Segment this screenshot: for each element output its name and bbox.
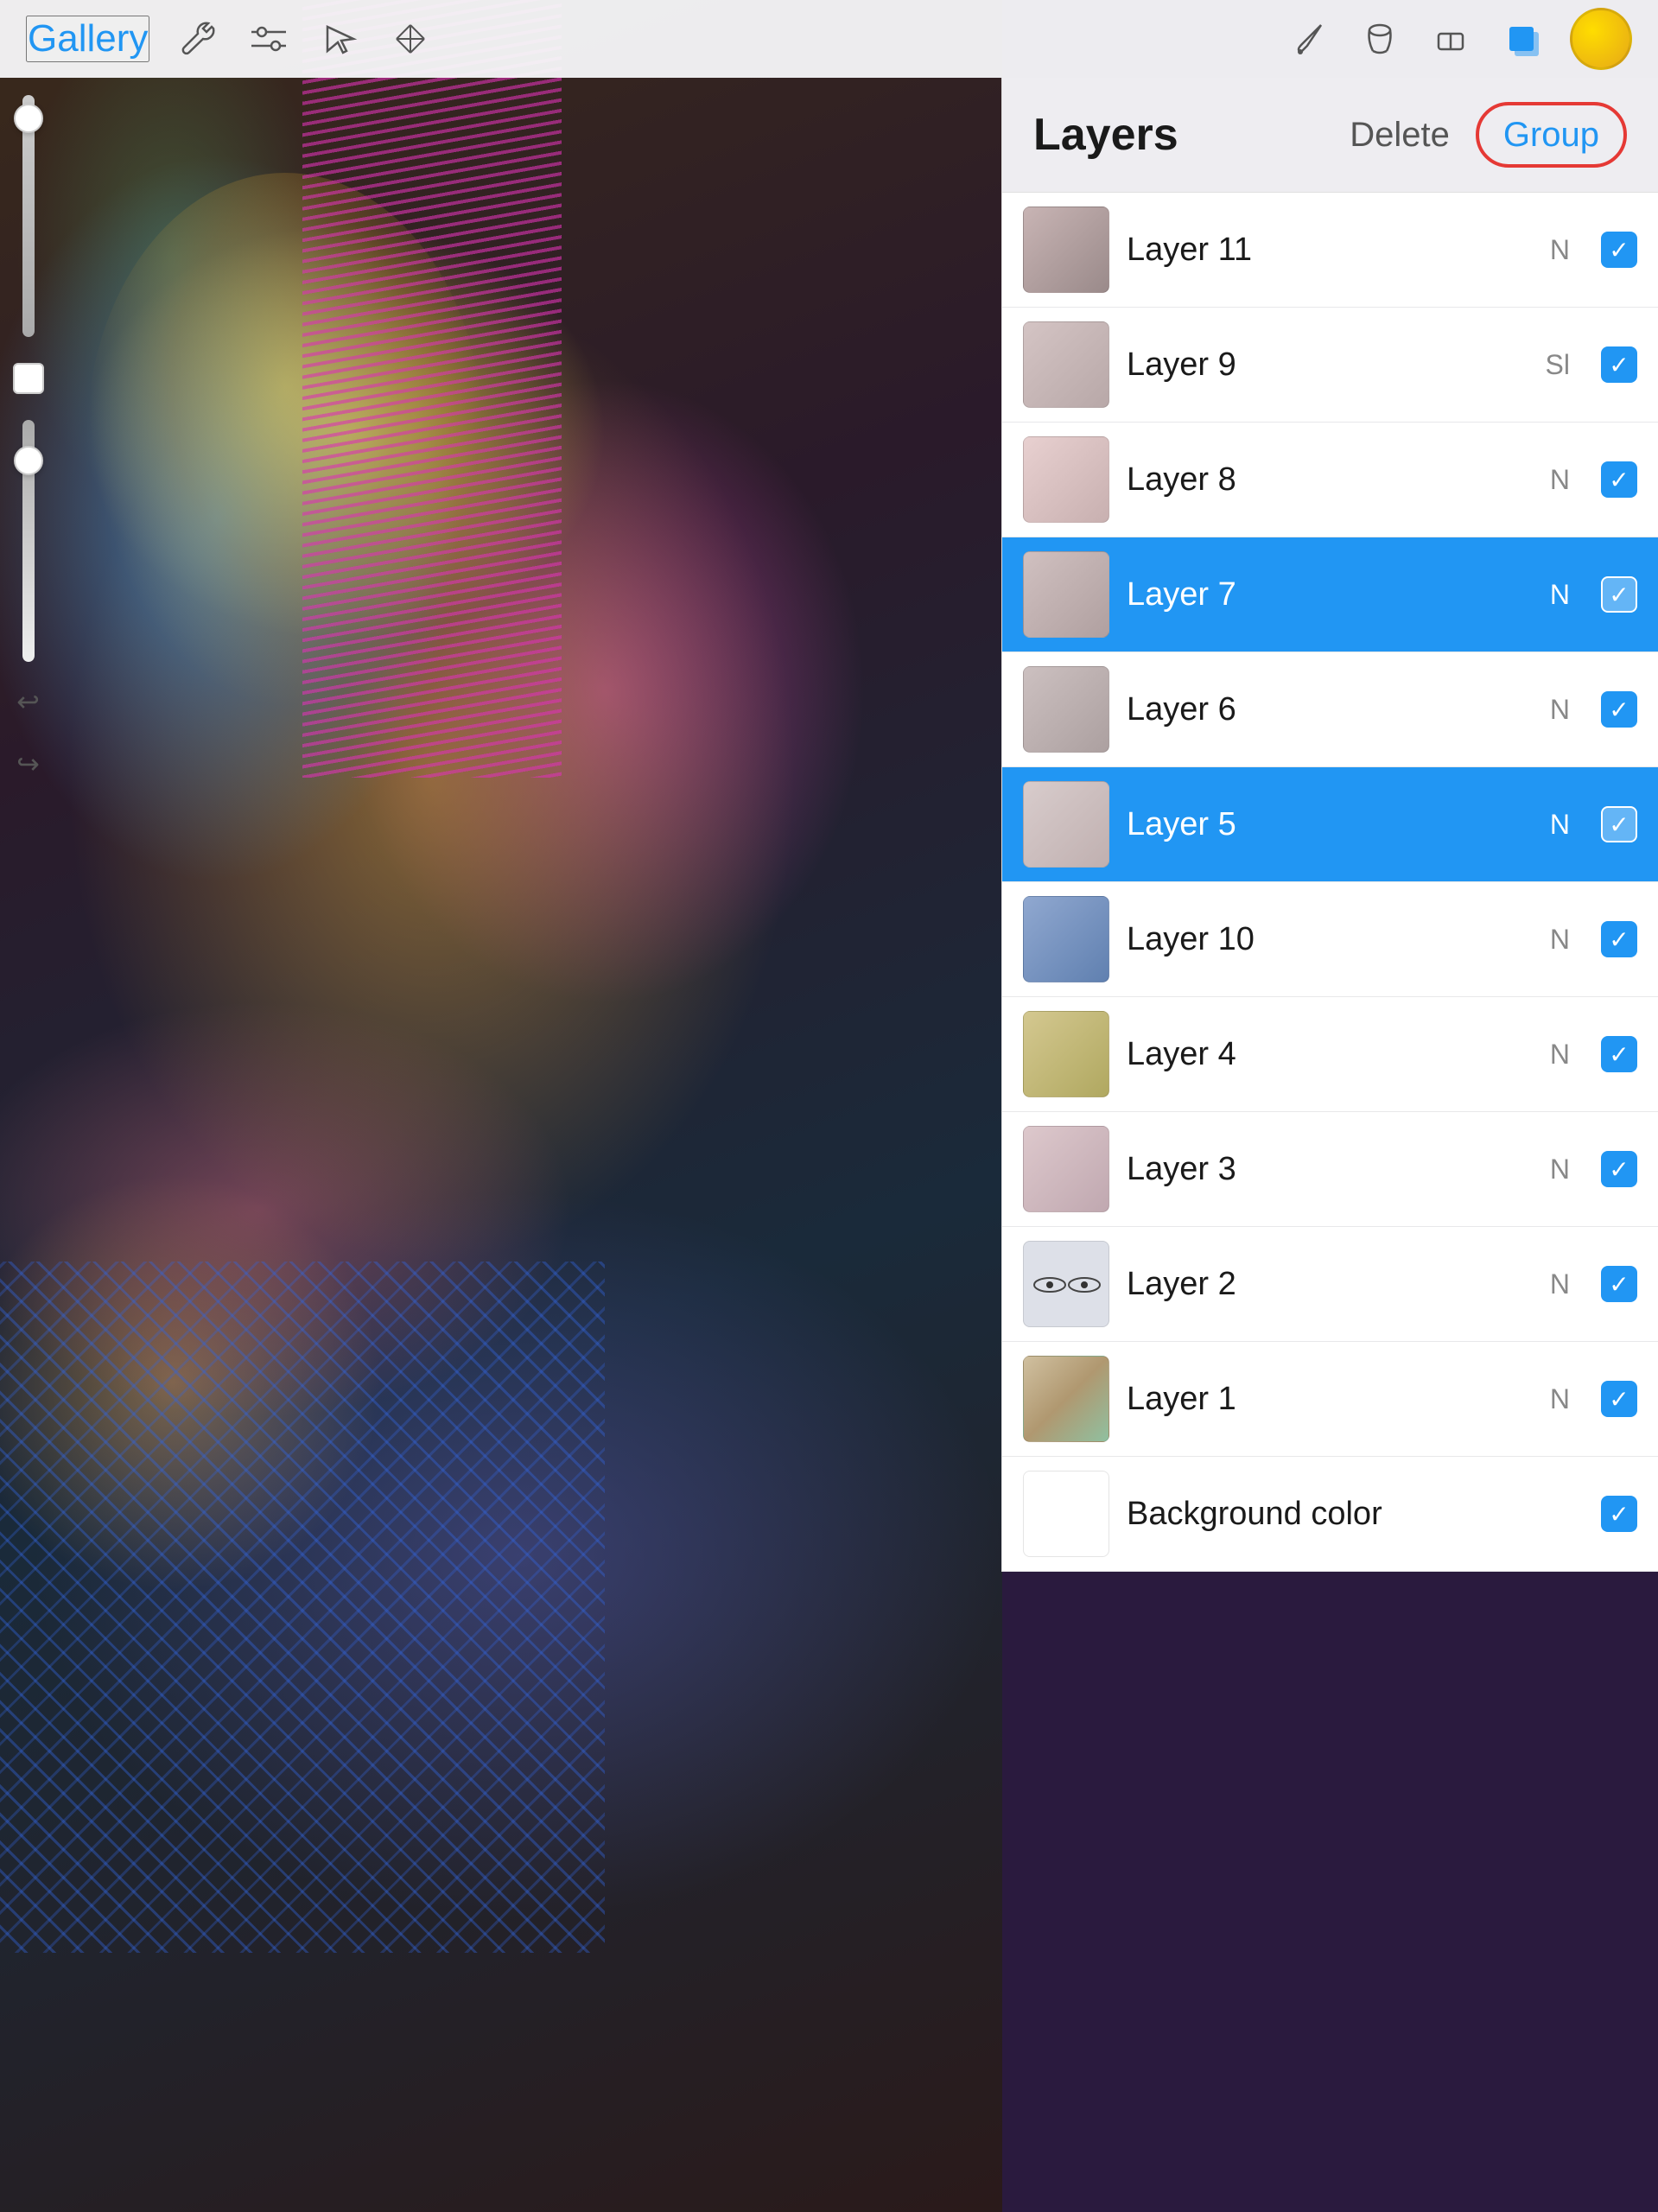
layer-name-1: Layer 1: [1127, 1381, 1509, 1418]
layer-visibility-2[interactable]: [1601, 1266, 1637, 1302]
layer-row-7[interactable]: Layer 7 N: [1002, 537, 1658, 652]
layer-row-3[interactable]: Layer 3 N: [1002, 1112, 1658, 1227]
layer-thumbnail-8: [1023, 436, 1109, 523]
size-slider-thumb[interactable]: [14, 104, 43, 133]
layer-mode-5: N: [1527, 809, 1570, 841]
brush-tool[interactable]: [1286, 16, 1331, 61]
redo-button[interactable]: ↪: [6, 741, 51, 786]
layers-list: Layer 11NLayer 9SlLayer 8NLayer 7NLayer …: [1002, 193, 1658, 1572]
eraser-tool[interactable]: [1428, 16, 1473, 61]
layer-row-9[interactable]: Layer 9 Sl: [1002, 308, 1658, 423]
toolbar-right: [1286, 8, 1632, 70]
left-sidebar: ↩ ↪: [0, 78, 56, 2212]
layer-thumbnail-7: [1023, 551, 1109, 638]
layer-row-1[interactable]: Layer 1 N: [1002, 1342, 1658, 1457]
layer-mode-7: N: [1527, 579, 1570, 611]
layer-thumbnail-5: [1023, 781, 1109, 868]
layer-visibility-7[interactable]: [1601, 576, 1637, 613]
size-slider-track[interactable]: [22, 95, 35, 337]
layer-name-6: Layer 6: [1127, 691, 1509, 728]
layer-mode-4: N: [1527, 1039, 1570, 1071]
layer-name-0: Background color: [1127, 1496, 1509, 1533]
layer-name-11: Layer 11: [1127, 232, 1509, 269]
layer-name-3: Layer 3: [1127, 1151, 1509, 1188]
layers-title: Layers: [1033, 109, 1178, 161]
opacity-slider-thumb[interactable]: [14, 446, 43, 475]
layers-tool[interactable]: [1499, 16, 1544, 61]
selection-tool[interactable]: [317, 16, 362, 61]
layer-thumbnail-3: [1023, 1126, 1109, 1212]
layer-thumbnail-11: [1023, 207, 1109, 293]
layer-visibility-10[interactable]: [1601, 921, 1637, 957]
layer-name-4: Layer 4: [1127, 1036, 1509, 1073]
layers-header: Layers Delete Group: [1002, 78, 1658, 193]
layer-mode-6: N: [1527, 694, 1570, 726]
layer-row-2[interactable]: Layer 2 N: [1002, 1227, 1658, 1342]
layer-thumbnail-4: [1023, 1011, 1109, 1097]
smudge-tool[interactable]: [1357, 16, 1402, 61]
color-swatch[interactable]: [13, 363, 44, 394]
color-picker[interactable]: [1570, 8, 1632, 70]
layer-visibility-11[interactable]: [1601, 232, 1637, 268]
layer-row-11[interactable]: Layer 11 N: [1002, 193, 1658, 308]
layer-name-9: Layer 9: [1127, 346, 1509, 384]
undo-button[interactable]: ↩: [6, 679, 51, 724]
layer-row-5[interactable]: Layer 5 N: [1002, 767, 1658, 882]
layer-name-10: Layer 10: [1127, 921, 1509, 958]
layers-actions: Delete Group: [1350, 102, 1627, 168]
layer-row-4[interactable]: Layer 4 N: [1002, 997, 1658, 1112]
layer-name-7: Layer 7: [1127, 576, 1509, 613]
layer-visibility-4[interactable]: [1601, 1036, 1637, 1072]
layer-mode-9: Sl: [1527, 349, 1570, 381]
layer-name-2: Layer 2: [1127, 1266, 1509, 1303]
layer-visibility-5[interactable]: [1601, 806, 1637, 842]
adjustments-tool[interactable]: [246, 16, 291, 61]
layer-row-8[interactable]: Layer 8 N: [1002, 423, 1658, 537]
layer-mode-11: N: [1527, 234, 1570, 266]
layer-visibility-9[interactable]: [1601, 346, 1637, 383]
layer-visibility-6[interactable]: [1601, 691, 1637, 728]
transform-tool[interactable]: [388, 16, 433, 61]
layer-mode-3: N: [1527, 1154, 1570, 1185]
layer-row-0[interactable]: Background color: [1002, 1457, 1658, 1572]
layer-mode-1: N: [1527, 1383, 1570, 1415]
layer-visibility-8[interactable]: [1601, 461, 1637, 498]
layer-name-8: Layer 8: [1127, 461, 1509, 499]
layer-thumbnail-6: [1023, 666, 1109, 753]
layer-mode-2: N: [1527, 1268, 1570, 1300]
layer-thumbnail-0: [1023, 1471, 1109, 1557]
layer-visibility-0[interactable]: [1601, 1496, 1637, 1532]
opacity-slider-track[interactable]: [22, 420, 35, 662]
layer-thumbnail-9: [1023, 321, 1109, 408]
layer-thumbnail-1: [1023, 1356, 1109, 1442]
toolbar-left: Gallery: [26, 16, 433, 62]
layer-name-5: Layer 5: [1127, 806, 1509, 843]
layers-panel: Layers Delete Group Layer 11NLayer 9SlLa…: [1001, 78, 1658, 1572]
layer-thumbnail-10: [1023, 896, 1109, 982]
layer-visibility-3[interactable]: [1601, 1151, 1637, 1187]
wrench-tool[interactable]: [175, 16, 220, 61]
layer-thumbnail-2: [1023, 1241, 1109, 1327]
layer-mode-8: N: [1527, 464, 1570, 496]
size-slider-container: [22, 95, 35, 337]
layer-row-6[interactable]: Layer 6 N: [1002, 652, 1658, 767]
magenta-lines: [302, 0, 562, 778]
top-toolbar: Gallery: [0, 0, 1658, 78]
delete-button[interactable]: Delete: [1350, 116, 1450, 155]
layer-mode-10: N: [1527, 924, 1570, 956]
blue-crosshatch: [0, 1262, 605, 1953]
layer-row-10[interactable]: Layer 10 N: [1002, 882, 1658, 997]
gallery-button[interactable]: Gallery: [26, 16, 149, 62]
group-button[interactable]: Group: [1476, 102, 1627, 168]
layer-visibility-1[interactable]: [1601, 1381, 1637, 1417]
